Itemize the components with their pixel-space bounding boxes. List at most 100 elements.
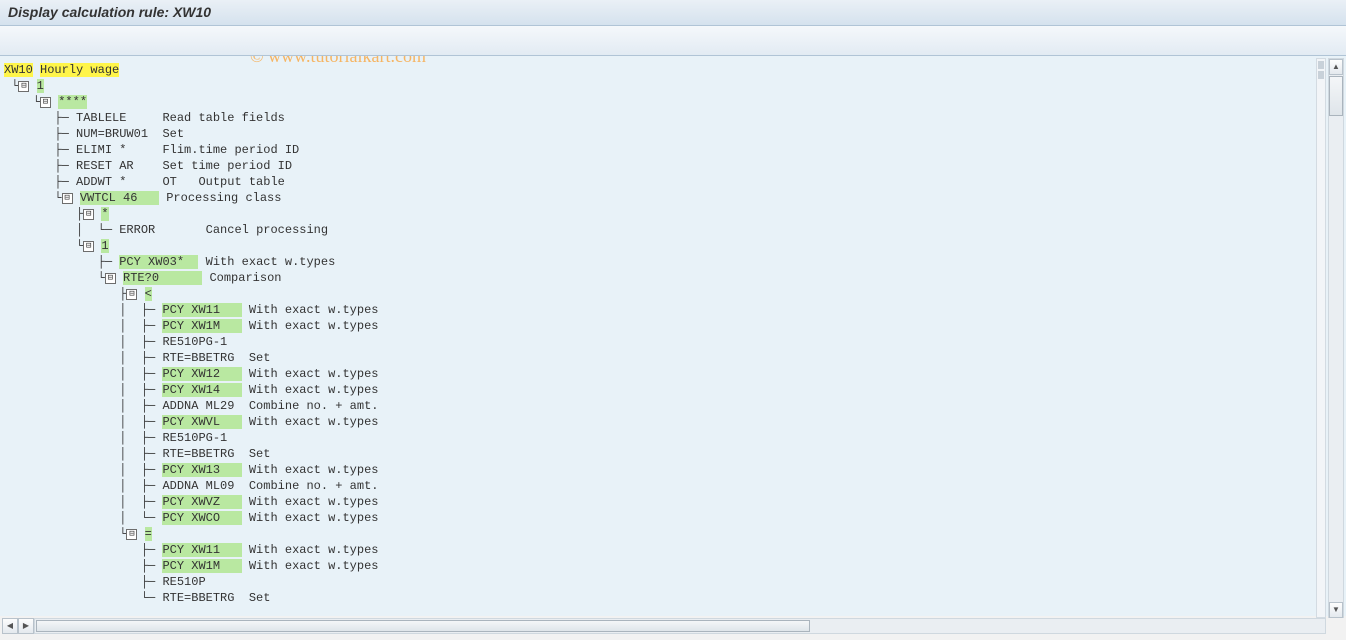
- tree-leaf[interactable]: │ └─ PCY XWCO With exact w.types: [4, 510, 1346, 526]
- tree-node-desc: Combine no. + amt.: [249, 399, 379, 413]
- tree-node-desc: With exact w.types: [206, 255, 336, 269]
- tree-node-desc: Combine no. + amt.: [249, 479, 379, 493]
- collapse-icon[interactable]: ⊟: [126, 289, 137, 300]
- tree-node-op: PCY XW11: [162, 543, 241, 557]
- tree-branch[interactable]: └⊟ 1: [4, 78, 1346, 94]
- tree-leaf[interactable]: ├─ RESET AR Set time period ID: [4, 158, 1346, 174]
- tree-leaf[interactable]: ├─ RE510P: [4, 574, 1346, 590]
- tree-leaf[interactable]: │ ├─ PCY XW13 With exact w.types: [4, 462, 1346, 478]
- tree-leaf[interactable]: │ ├─ PCY XW14 With exact w.types: [4, 382, 1346, 398]
- tree-leaf[interactable]: ├─ TABLELE Read table fields: [4, 110, 1346, 126]
- tree-leaf[interactable]: │ ├─ PCY XWVL With exact w.types: [4, 414, 1346, 430]
- tree-node-desc: Read table fields: [162, 111, 284, 125]
- tree-leaf[interactable]: ├─ PCY XW1M With exact w.types: [4, 558, 1346, 574]
- tree-leaf[interactable]: │ ├─ PCY XW12 With exact w.types: [4, 366, 1346, 382]
- tree-branch[interactable]: └⊟ ****: [4, 94, 1346, 110]
- tree-node-desc: With exact w.types: [249, 415, 379, 429]
- tree-node-op: PCY XW11: [162, 303, 241, 317]
- tree-node-op: ADDWT *: [76, 175, 155, 189]
- tree-node-op: PCY XWVL: [162, 415, 241, 429]
- tree-leaf[interactable]: ├─ ADDWT * OT Output table: [4, 174, 1346, 190]
- collapse-icon[interactable]: ⊟: [40, 97, 51, 108]
- tree-leaf[interactable]: │ ├─ PCY XWVZ With exact w.types: [4, 494, 1346, 510]
- scroll-down-arrow[interactable]: ▼: [1329, 602, 1343, 618]
- scroll-up-arrow[interactable]: ▲: [1329, 59, 1343, 75]
- tree-branch[interactable]: └⊟ RTE?0 Comparison: [4, 270, 1346, 286]
- tree-node-desc: Comparison: [209, 271, 281, 285]
- tree-node-op: ADDNA ML29: [162, 399, 241, 413]
- tree-leaf[interactable]: │ ├─ RTE=BBETRG Set: [4, 446, 1346, 462]
- tree-leaf[interactable]: ├─ ELIMI * Flim.time period ID: [4, 142, 1346, 158]
- tree-node-op: 1: [37, 79, 44, 93]
- tree-leaf[interactable]: │ ├─ PCY XW11 With exact w.types: [4, 302, 1346, 318]
- tree-node-op: PCY XW14: [162, 383, 241, 397]
- collapse-icon[interactable]: ⊟: [62, 193, 73, 204]
- collapse-icon[interactable]: ⊟: [105, 273, 116, 284]
- tree-node-op: PCY XWVZ: [162, 495, 241, 509]
- collapse-icon[interactable]: ⊟: [83, 241, 94, 252]
- tree-node-desc: With exact w.types: [249, 463, 379, 477]
- tree-node-desc: With exact w.types: [249, 319, 379, 333]
- title-bar: Display calculation rule: XW10: [0, 0, 1346, 26]
- tree-node-desc: With exact w.types: [249, 543, 379, 557]
- tree-node-desc: OT Output table: [162, 175, 284, 189]
- tree-node-op: PCY XWCO: [162, 511, 241, 525]
- tree-node-op: RTE=BBETRG: [162, 447, 241, 461]
- scroll-left-arrow[interactable]: ◀: [2, 618, 18, 634]
- tree-node-op: RESET AR: [76, 159, 155, 173]
- tree-node-op: TABLELE: [76, 111, 155, 125]
- scroll-right-arrow[interactable]: ▶: [18, 618, 34, 634]
- tree-branch[interactable]: └⊟ =: [4, 526, 1346, 542]
- v-scroll-thumb[interactable]: [1329, 76, 1343, 116]
- tree-branch[interactable]: └⊟ VWTCL 46 Processing class: [4, 190, 1346, 206]
- collapse-icon[interactable]: ⊟: [83, 209, 94, 220]
- tree-leaf[interactable]: │ ├─ ADDNA ML09 Combine no. + amt.: [4, 478, 1346, 494]
- tree-node-desc: With exact w.types: [249, 511, 379, 525]
- tree-node-op: <: [145, 287, 152, 301]
- tree-node-desc: Cancel processing: [206, 223, 328, 237]
- tree-node-desc: With exact w.types: [249, 383, 379, 397]
- tree-leaf[interactable]: │ ├─ RTE=BBETRG Set: [4, 350, 1346, 366]
- tree-branch[interactable]: ├⊟ <: [4, 286, 1346, 302]
- tree-leaf[interactable]: │ ├─ RE510PG-1: [4, 430, 1346, 446]
- tree-leaf[interactable]: │ ├─ PCY XW1M With exact w.types: [4, 318, 1346, 334]
- tree-node-desc: With exact w.types: [249, 367, 379, 381]
- tree-leaf[interactable]: ├─ PCY XW11 With exact w.types: [4, 542, 1346, 558]
- tree-node-op: =: [145, 527, 152, 541]
- tree-node-op: 1: [101, 239, 108, 253]
- tree-node-op: ELIMI *: [76, 143, 155, 157]
- tree-node-op: PCY XW12: [162, 367, 241, 381]
- calc-rule-tree[interactable]: XW10 Hourly wage └⊟ 1 └⊟ **** ├─ TABLELE…: [0, 56, 1346, 616]
- toolbar: [0, 26, 1346, 56]
- tree-node-op: VWTCL 46: [80, 191, 159, 205]
- tree-branch[interactable]: └⊟ 1: [4, 238, 1346, 254]
- tree-node-desc: With exact w.types: [249, 495, 379, 509]
- tree-leaf[interactable]: ├─ PCY XW03* With exact w.types: [4, 254, 1346, 270]
- tree-leaf[interactable]: ├─ NUM=BRUW01 Set: [4, 126, 1346, 142]
- tree-leaf[interactable]: │ ├─ RE510PG-1: [4, 334, 1346, 350]
- h-scroll-track[interactable]: [34, 618, 1326, 634]
- tree-node-desc: Set: [249, 351, 271, 365]
- tree-node-desc: With exact w.types: [249, 303, 379, 317]
- tree-node-op: PCY XW13: [162, 463, 241, 477]
- page-title: Display calculation rule: XW10: [8, 4, 211, 20]
- tree-node-desc: Flim.time period ID: [162, 143, 299, 157]
- tree-leaf[interactable]: │ ├─ ADDNA ML29 Combine no. + amt.: [4, 398, 1346, 414]
- tree-node-op: RTE=BBETRG: [162, 351, 241, 365]
- tree-leaf[interactable]: └─ RTE=BBETRG Set: [4, 590, 1346, 606]
- tree-node-desc: Set: [249, 447, 271, 461]
- overview-ruler: [1316, 58, 1326, 618]
- h-scroll-thumb[interactable]: [36, 620, 810, 632]
- tree-node-op: ****: [58, 95, 87, 109]
- tree-node-desc: Set: [249, 591, 271, 605]
- vertical-scrollbar[interactable]: ▲ ▼: [1328, 58, 1344, 618]
- tree-root[interactable]: XW10 Hourly wage: [4, 62, 1346, 78]
- tree-leaf[interactable]: │ └─ ERROR Cancel processing: [4, 222, 1346, 238]
- collapse-icon[interactable]: ⊟: [126, 529, 137, 540]
- tree-node-op: PCY XW1M: [162, 319, 241, 333]
- v-scroll-track[interactable]: [1329, 76, 1343, 602]
- tree-node-desc: Processing class: [166, 191, 281, 205]
- collapse-icon[interactable]: ⊟: [18, 81, 29, 92]
- tree-branch[interactable]: ├⊟ *: [4, 206, 1346, 222]
- horizontal-scrollbar[interactable]: ◀ ▶: [2, 618, 1326, 638]
